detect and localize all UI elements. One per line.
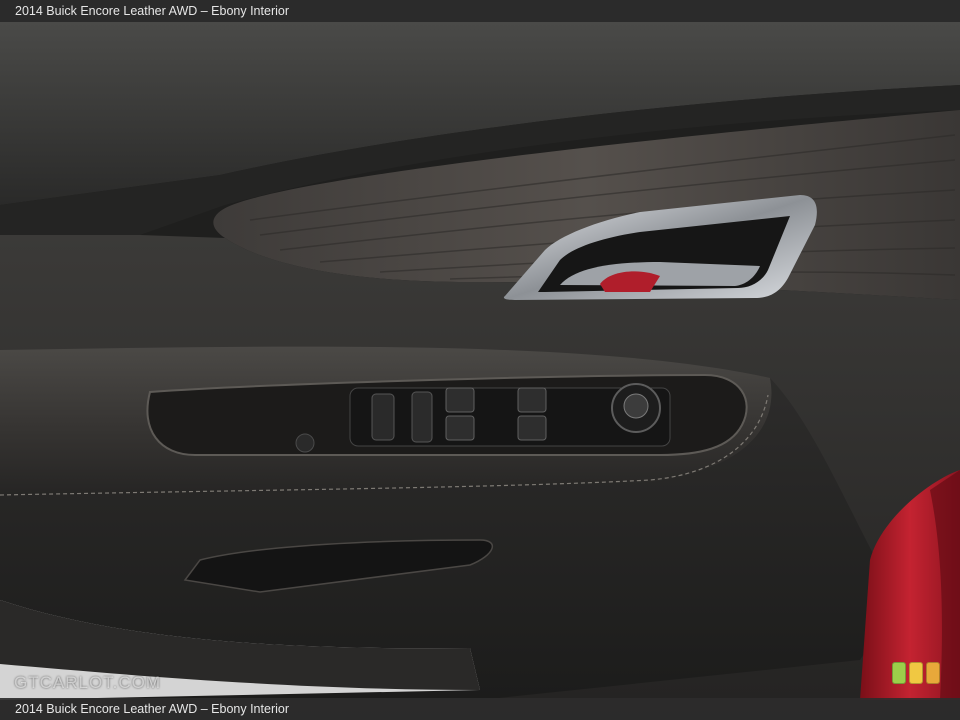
badge-yellow-block xyxy=(909,662,923,684)
watermark-logo: GTCARLOT.COM xyxy=(14,673,162,692)
photo-frame: 2014 Buick Encore Leather AWD – Ebony In… xyxy=(0,0,960,720)
door-panel-photo xyxy=(0,0,960,720)
caption-bottom: 2014 Buick Encore Leather AWD – Ebony In… xyxy=(0,698,960,720)
caption-top: 2014 Buick Encore Leather AWD – Ebony In… xyxy=(0,0,960,22)
badge-orange-block xyxy=(926,662,940,684)
badge-green-block xyxy=(892,662,906,684)
site-badge-icon xyxy=(890,658,944,688)
